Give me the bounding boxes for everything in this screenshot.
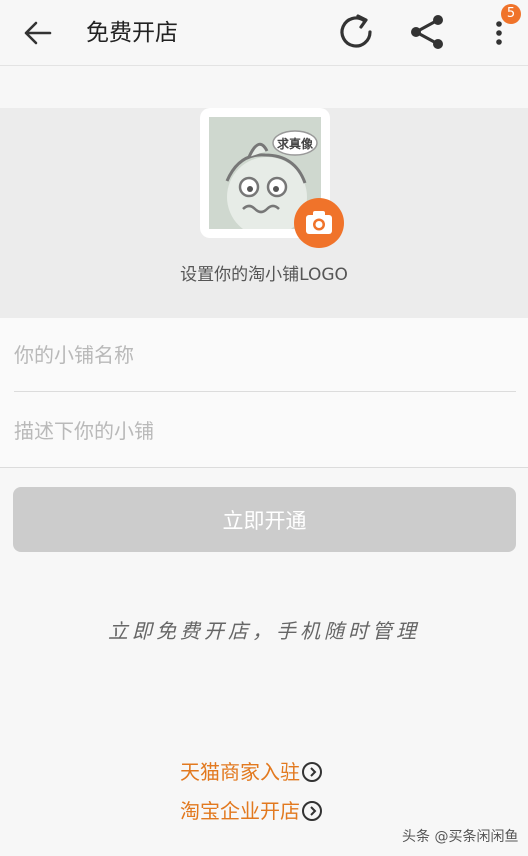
top-app-bar: 免费开店 5	[0, 0, 528, 66]
refresh-icon	[340, 14, 372, 48]
shop-description-input[interactable]	[14, 394, 516, 468]
notification-badge: 5	[501, 4, 521, 24]
tmall-link-label: 天猫商家入驻	[180, 760, 300, 784]
slogan-text: 立即免费开店，手机随时管理	[108, 619, 420, 643]
logo-section: 求真像 设置你的淘小铺LOGO	[0, 108, 528, 318]
camera-icon	[306, 211, 332, 234]
page-title: 免费开店	[86, 20, 178, 46]
chevron-right-circle-icon	[302, 761, 322, 782]
taobao-link-label: 淘宝企业开店	[180, 799, 300, 823]
taobao-enterprise-link[interactable]: 淘宝企业开店	[180, 797, 322, 825]
shop-name-input[interactable]	[14, 318, 516, 392]
open-shop-button[interactable]: 立即开通	[13, 487, 516, 552]
watermark-text: 头条 @买条闲闲鱼	[402, 829, 519, 845]
sticker-text: 求真像	[277, 136, 314, 151]
back-button[interactable]	[20, 16, 54, 50]
back-arrow-icon	[24, 21, 52, 45]
chevron-right-circle-icon	[302, 800, 322, 821]
share-icon	[411, 15, 443, 49]
camera-button[interactable]	[294, 198, 344, 248]
share-button[interactable]	[406, 10, 450, 54]
tmall-merchant-link[interactable]: 天猫商家入驻	[180, 758, 322, 786]
logo-label: 设置你的淘小铺LOGO	[180, 265, 348, 285]
refresh-button[interactable]	[334, 10, 378, 54]
shop-form	[0, 318, 528, 468]
